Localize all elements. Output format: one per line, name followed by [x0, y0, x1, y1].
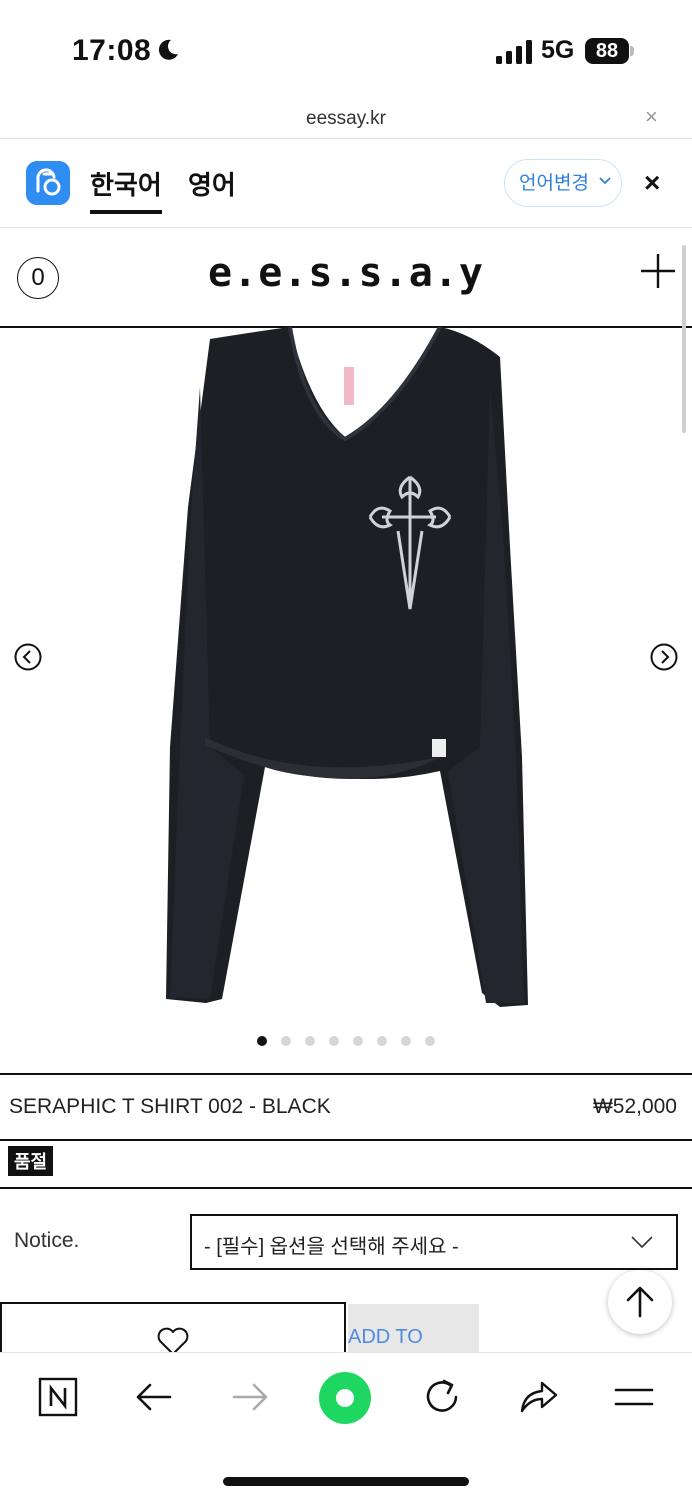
forward-arrow-icon[interactable]	[226, 1373, 274, 1421]
notice-label: Notice.	[14, 1229, 80, 1252]
browser-toolbar	[0, 1352, 692, 1501]
hamburger-menu-icon[interactable]	[610, 1373, 658, 1421]
gallery-dot[interactable]	[353, 1036, 363, 1046]
home-indicator[interactable]	[223, 1477, 469, 1486]
chevron-down-icon	[631, 1236, 653, 1249]
gallery-dot[interactable]	[425, 1036, 435, 1046]
option-select-value: - [필수] 옵션을 선택해 주세요 -	[204, 1236, 459, 1258]
site-logo[interactable]: e.e.s.s.a.y	[0, 250, 692, 296]
papago-translate-icon	[26, 161, 70, 205]
naver-green-dot-icon[interactable]	[318, 1371, 372, 1425]
change-language-button[interactable]: 언어변경	[504, 159, 622, 207]
battery-icon: 88	[585, 38, 629, 64]
back-arrow-icon[interactable]	[130, 1373, 178, 1421]
product-image-gallery[interactable]	[0, 327, 692, 1067]
soldout-badge: 품절	[8, 1146, 54, 1176]
page-scrollbar[interactable]	[682, 245, 686, 433]
product-price: ₩52,000	[592, 1095, 677, 1118]
gallery-pagination	[0, 1033, 692, 1047]
url-domain[interactable]: eessay.kr	[0, 108, 692, 130]
status-time: 17:08	[72, 34, 152, 67]
tab-korean[interactable]: 한국어	[90, 165, 162, 202]
url-close-icon[interactable]: ×	[645, 104, 658, 130]
refresh-icon[interactable]	[418, 1373, 466, 1421]
gallery-dot[interactable]	[281, 1036, 291, 1046]
gallery-dot[interactable]	[329, 1036, 339, 1046]
previous-image-arrow-icon[interactable]	[14, 643, 42, 671]
tab-english[interactable]: 영어	[188, 165, 236, 202]
site-header: 0 e.e.s.s.a.y	[0, 228, 692, 328]
gallery-dot[interactable]	[305, 1036, 315, 1046]
network-type: 5G	[541, 36, 575, 64]
naver-n-icon[interactable]	[34, 1373, 82, 1421]
translate-bar: 한국어 영어 언어변경 ×	[0, 139, 692, 228]
option-select[interactable]: - [필수] 옵션을 선택해 주세요 -	[190, 1214, 678, 1270]
product-photo	[166, 327, 528, 1007]
gallery-dot[interactable]	[377, 1036, 387, 1046]
battery-cap	[630, 46, 634, 56]
product-name: SERAPHIC T SHIRT 002 - BLACK	[9, 1095, 331, 1118]
share-icon[interactable]	[514, 1373, 562, 1421]
gallery-dot[interactable]	[257, 1036, 267, 1046]
next-image-arrow-icon[interactable]	[650, 643, 678, 671]
product-info-row: SERAPHIC T SHIRT 002 - BLACK ₩52,000	[0, 1073, 692, 1141]
gallery-dot[interactable]	[401, 1036, 411, 1046]
moon-icon	[158, 39, 178, 60]
change-language-label: 언어변경	[519, 173, 589, 194]
translate-close-icon[interactable]: ×	[644, 167, 660, 199]
active-tab-indicator	[90, 210, 162, 214]
plus-menu-icon[interactable]	[640, 253, 676, 289]
scroll-to-top-button[interactable]	[608, 1270, 672, 1334]
signal-icon	[496, 40, 532, 64]
url-bar[interactable]: eessay.kr ×	[0, 100, 692, 139]
chevron-down-icon	[599, 177, 611, 185]
status-bar: 17:08 5G 88	[0, 0, 692, 100]
soldout-row: 품절	[0, 1139, 692, 1189]
